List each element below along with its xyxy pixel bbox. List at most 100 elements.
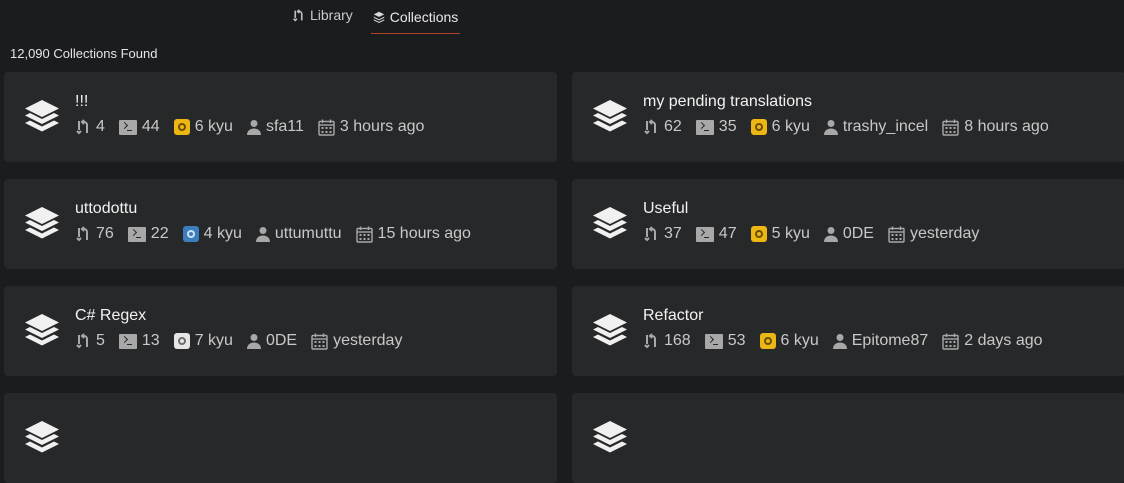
- collection-forks: 37: [643, 225, 682, 243]
- collection-katas: 22: [127, 225, 169, 243]
- collection-updated: 2 days ago: [942, 332, 1043, 350]
- user-icon: [832, 333, 847, 349]
- updated-time: 15 hours ago: [377, 225, 471, 242]
- collection-title[interactable]: C# Regex: [75, 307, 146, 325]
- collection-katas: 53: [704, 332, 746, 350]
- author-name[interactable]: sfa11: [266, 118, 304, 136]
- collection-katas: 44: [118, 118, 160, 136]
- collection-title[interactable]: my pending translations: [643, 93, 812, 111]
- author-name[interactable]: uttumuttu: [275, 225, 342, 243]
- user-icon: [246, 333, 261, 349]
- fork-icon: [643, 226, 659, 242]
- collection-title[interactable]: !!!: [75, 93, 88, 111]
- terminal-icon: [127, 226, 146, 242]
- collection-author[interactable]: uttumuttu: [255, 225, 342, 243]
- collection-forks: 76: [75, 225, 114, 243]
- updated-time: 3 hours ago: [339, 118, 425, 135]
- katas-count: 47: [718, 225, 737, 242]
- katas-count: 44: [141, 118, 160, 135]
- collection-forks: 62: [643, 118, 682, 136]
- terminal-icon: [118, 333, 137, 349]
- collection-updated: 8 hours ago: [942, 118, 1049, 136]
- forks-count: 62: [664, 118, 682, 135]
- collection-author[interactable]: 0DE: [823, 225, 874, 243]
- rank-icon: [173, 333, 190, 349]
- forks-count: 76: [96, 225, 114, 242]
- rank-label: 4 kyu: [203, 225, 242, 242]
- collection-stack-icon: [590, 205, 630, 245]
- user-icon: [255, 226, 270, 242]
- katas-count: 22: [150, 225, 169, 242]
- calendar-icon: [888, 226, 905, 243]
- rank-icon: [182, 226, 199, 242]
- collection-card[interactable]: [4, 393, 557, 483]
- katas-count: 13: [141, 332, 160, 349]
- collection-author[interactable]: 0DE: [246, 332, 297, 350]
- collection-stack-icon: [590, 312, 630, 352]
- collection-rank: 4 kyu: [182, 225, 242, 243]
- calendar-icon: [311, 333, 328, 350]
- collection-meta: 62 35 6 kyu trashy_incel 8 hours ago: [643, 118, 1063, 136]
- fork-icon: [643, 333, 659, 349]
- calendar-icon: [355, 226, 373, 243]
- fork-icon: [292, 8, 305, 22]
- collection-rank: 6 kyu: [750, 118, 810, 136]
- rank-label: 6 kyu: [771, 118, 810, 135]
- collection-updated: yesterday: [888, 225, 979, 243]
- user-icon: [823, 119, 838, 135]
- collection-stack-icon: [22, 205, 62, 245]
- collection-title[interactable]: Refactor: [643, 307, 703, 325]
- fork-icon: [75, 333, 91, 349]
- author-name[interactable]: 0DE: [843, 225, 874, 243]
- collection-updated: yesterday: [311, 332, 402, 350]
- collection-rank: 5 kyu: [750, 225, 810, 243]
- collection-stack-icon: [22, 312, 62, 352]
- collection-meta: 5 13 7 kyu 0DE yesterday: [75, 332, 416, 350]
- updated-time: 2 days ago: [964, 332, 1043, 349]
- collection-forks: 168: [643, 332, 691, 350]
- collection-stack-icon: [590, 98, 630, 138]
- collection-title[interactable]: Useful: [643, 200, 688, 218]
- collection-katas: 13: [118, 332, 160, 350]
- calendar-icon: [942, 119, 959, 136]
- collection-card[interactable]: Refactor 168 53 6 kyu Epitome87 2 days a…: [572, 286, 1124, 376]
- tab-collections[interactable]: Collections: [370, 0, 461, 34]
- collection-title[interactable]: uttodottu: [75, 200, 137, 218]
- tab-library[interactable]: Library: [290, 0, 355, 30]
- fork-icon: [75, 226, 91, 242]
- collection-card[interactable]: [572, 393, 1124, 483]
- katas-count: 53: [727, 332, 746, 349]
- collection-author[interactable]: trashy_incel: [823, 118, 928, 136]
- collection-meta: 168 53 6 kyu Epitome87 2 days ago: [643, 332, 1057, 350]
- collection-card[interactable]: my pending translations 62 35 6 kyu tras…: [572, 72, 1124, 162]
- collection-stack-icon: [590, 419, 630, 459]
- collection-card[interactable]: C# Regex 5 13 7 kyu 0DE yesterday: [4, 286, 557, 376]
- collection-rank: 6 kyu: [759, 332, 819, 350]
- author-name[interactable]: Epitome87: [852, 332, 929, 350]
- author-name[interactable]: trashy_incel: [843, 118, 928, 136]
- user-icon: [246, 119, 261, 135]
- collection-card[interactable]: !!! 4 44 6 kyu sfa11 3 hours ago: [4, 72, 557, 162]
- rank-icon: [173, 119, 190, 135]
- author-name[interactable]: 0DE: [266, 332, 297, 350]
- terminal-icon: [695, 226, 714, 242]
- katas-count: 35: [718, 118, 737, 135]
- collection-author[interactable]: sfa11: [246, 118, 304, 136]
- rank-icon: [759, 333, 776, 349]
- updated-time: 8 hours ago: [964, 118, 1049, 135]
- tab-library-label: Library: [310, 7, 353, 23]
- collection-updated: 3 hours ago: [318, 118, 425, 136]
- fork-icon: [643, 119, 659, 135]
- collection-katas: 35: [695, 118, 737, 136]
- collection-card[interactable]: uttodottu 76 22 4 kyu uttumuttu 15 hours…: [4, 179, 557, 269]
- rank-label: 6 kyu: [780, 332, 819, 349]
- forks-count: 37: [664, 225, 682, 242]
- calendar-icon: [942, 333, 959, 350]
- collection-forks: 4: [75, 118, 105, 136]
- rank-label: 7 kyu: [194, 332, 233, 349]
- collection-card[interactable]: Useful 37 47 5 kyu 0DE yesterday: [572, 179, 1124, 269]
- collection-author[interactable]: Epitome87: [832, 332, 929, 350]
- rank-icon: [750, 226, 767, 242]
- terminal-icon: [118, 119, 137, 135]
- user-icon: [823, 226, 838, 242]
